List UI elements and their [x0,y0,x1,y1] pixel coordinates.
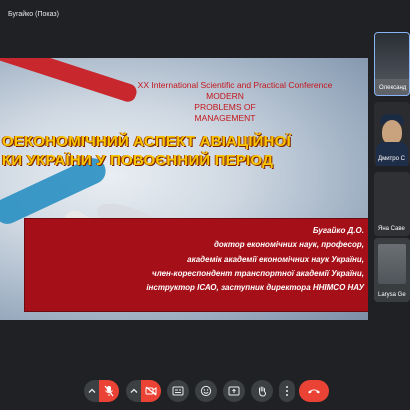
mic-toggle-button[interactable] [99,380,119,402]
hang-up-icon [308,389,320,394]
video-feed [375,33,409,79]
conference-title: XX International Scientific and Practica… [100,80,368,124]
participant-tile[interactable]: Яна Саве [374,172,410,236]
participant-name: Larysa Ge [378,292,406,298]
camera-off-icon [145,386,157,396]
present-screen-icon [228,386,240,396]
video-feed [378,244,406,284]
end-call-button[interactable] [299,380,329,402]
captions-icon [172,386,184,396]
presenter-title: Бугайко (Показ) [8,11,59,18]
call-controls [0,374,410,410]
participant-name: Дмитро С [378,156,405,162]
conference-line-4: MANAGEMENT [194,113,256,123]
video-feed-body [376,142,408,166]
chevron-up-icon [130,388,138,393]
conference-line-2: MODERN [206,91,244,101]
reactions-button[interactable] [195,380,217,402]
more-vert-icon [286,386,288,396]
author-name: Бугайко Д.О. [312,226,364,235]
participant-tile[interactable]: Larysa Ge [374,238,410,302]
slide-title: ОЕКОНОМІЧНИЙ АСПЕКТ АВІАЦІЙНОЇ КИ УКРАЇН… [2,132,368,170]
author-info: Бугайко Д.О. доктор економічних наук, пр… [34,224,364,295]
mic-off-icon [104,385,114,397]
participant-tile[interactable]: Дмитро С [374,102,410,166]
hand-icon [259,386,267,397]
author-line-1: доктор економічних наук, професор, [213,240,364,250]
chevron-up-icon [88,388,96,393]
participant-name: Яна Саве [378,226,405,232]
emoji-icon [200,385,212,397]
captions-button[interactable] [167,380,189,402]
conference-line-1: XX International Scientific and Practica… [137,80,333,90]
video-feed-face [382,120,402,144]
author-line-3: член-кореспондент транспортної академії … [152,268,364,278]
conference-line-3: PROBLEMS OF [194,102,256,112]
participant-tile[interactable]: Олександ [374,32,410,96]
top-bar: Бугайко (Показ) [0,0,410,32]
present-button[interactable] [223,380,245,402]
author-line-2: академік академії економічних наук Украї… [187,254,364,264]
more-options-button[interactable] [279,380,295,402]
mic-options-button[interactable] [84,380,100,402]
participant-name: Олександ [379,85,407,91]
camera-options-button[interactable] [126,380,142,402]
shared-screen: XX International Scientific and Practica… [0,58,368,320]
camera-toggle-button[interactable] [141,380,161,402]
author-line-4: інструктор ІСАО, заступник директора ННІ… [146,283,364,293]
slide-title-line-1: ОЕКОНОМІЧНИЙ АСПЕКТ АВІАЦІЙНОЇ [2,133,291,150]
slide-title-line-2: КИ УКРАЇНИ У ПОВОЄННИЙ ПЕРІОД [2,152,274,169]
raise-hand-button[interactable] [251,380,273,402]
